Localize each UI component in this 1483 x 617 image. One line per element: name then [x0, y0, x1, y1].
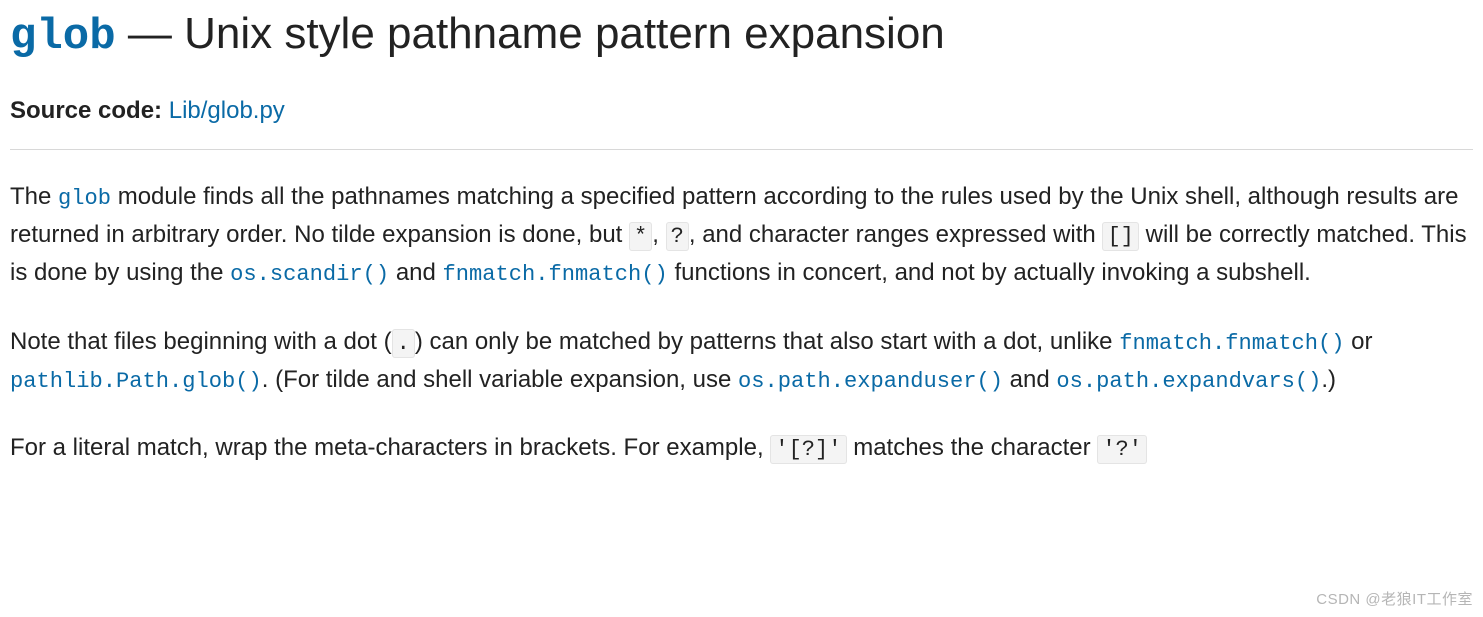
source-label: Source code: [10, 97, 162, 124]
watermark: CSDN @老狼IT工作室 [1316, 588, 1473, 611]
divider [10, 149, 1473, 150]
page-title: glob — Unix style pathname pattern expan… [10, 8, 1473, 64]
text: ) can only be matched by patterns that a… [415, 328, 1119, 355]
fnmatch-link-2[interactable]: fnmatch.fnmatch() [1119, 328, 1344, 355]
code-pathglob: pathlib.Path.glob() [10, 369, 262, 394]
text: , [652, 221, 665, 248]
paragraph-dotfiles: Note that files beginning with a dot (.)… [10, 323, 1473, 399]
text: For a literal match, wrap the meta-chara… [10, 434, 770, 461]
text: , and character ranges expressed with [689, 221, 1103, 248]
title-sep: — [116, 9, 184, 58]
scandir-link[interactable]: os.scandir() [230, 259, 389, 286]
source-link[interactable]: Lib/glob.py [169, 97, 285, 124]
code-fnmatch: fnmatch.fnmatch() [443, 262, 668, 287]
fnmatch-link[interactable]: fnmatch.fnmatch() [443, 259, 668, 286]
text: and [389, 259, 442, 286]
text: or [1344, 328, 1372, 355]
code-expandvars: os.path.expandvars() [1056, 369, 1321, 394]
code-example-2: '?' [1097, 435, 1147, 464]
text: functions in concert, and not by actuall… [668, 259, 1311, 286]
code-expanduser: os.path.expanduser() [738, 369, 1003, 394]
text: The [10, 183, 58, 210]
expandvars-link[interactable]: os.path.expandvars() [1056, 366, 1321, 393]
text: matches the character [847, 434, 1098, 461]
code-scandir: os.scandir() [230, 262, 389, 287]
module-name: glob [10, 12, 116, 62]
module-link[interactable]: glob [10, 9, 116, 58]
pathlib-glob-link[interactable]: pathlib.Path.glob() [10, 366, 262, 393]
title-text: Unix style pathname pattern expansion [184, 9, 945, 58]
paragraph-intro: The glob module finds all the pathnames … [10, 178, 1473, 293]
code-brackets: [] [1102, 222, 1139, 251]
text: .) [1321, 366, 1336, 393]
paragraph-literal: For a literal match, wrap the meta-chara… [10, 429, 1473, 467]
code-fnmatch-2: fnmatch.fnmatch() [1119, 331, 1344, 356]
code-glob: glob [58, 186, 111, 211]
source-code-line: Source code: Lib/glob.py [10, 92, 1473, 129]
code-qmark: ? [666, 222, 689, 251]
text: and [1003, 366, 1056, 393]
expanduser-link[interactable]: os.path.expanduser() [738, 366, 1003, 393]
text: Note that files beginning with a dot ( [10, 328, 392, 355]
code-star: * [629, 222, 652, 251]
code-dot: . [392, 329, 415, 358]
text: . (For tilde and shell variable expansio… [262, 366, 738, 393]
code-example-1: '[?]' [770, 435, 846, 464]
glob-link[interactable]: glob [58, 183, 111, 210]
